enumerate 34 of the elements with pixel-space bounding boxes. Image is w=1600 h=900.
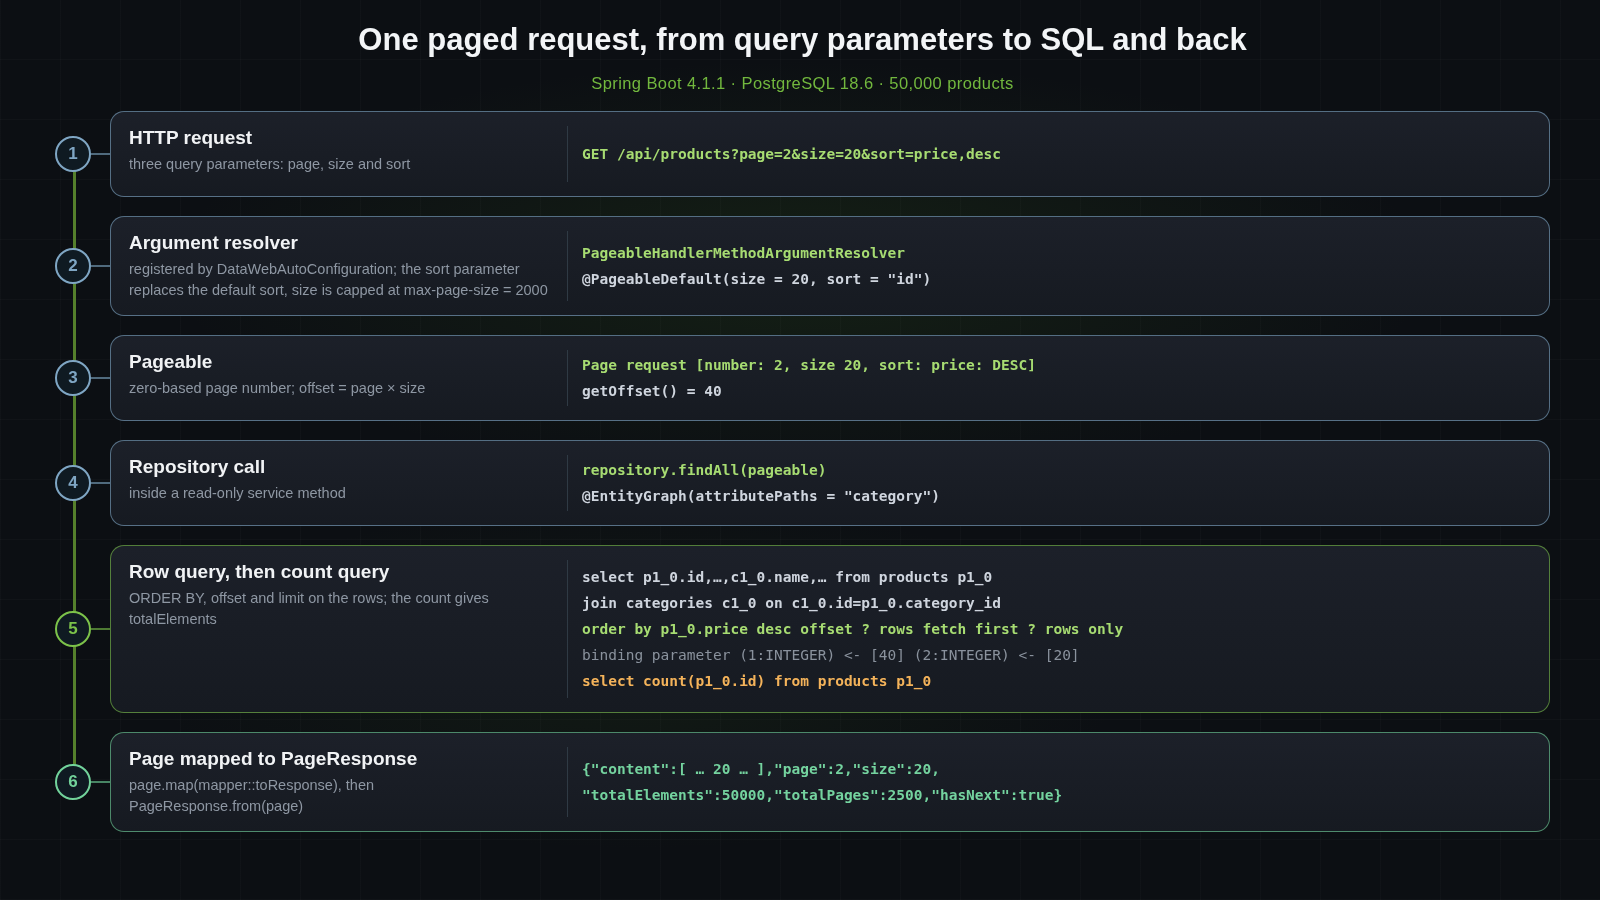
- code-line: {"content":[ … 20 … ],"page":2,"size":20,: [582, 760, 940, 779]
- code-line: @PageableDefault(size = 20, sort = "id"): [582, 270, 932, 289]
- step-number: 2: [55, 248, 91, 284]
- code-line: join categories c1_0 on c1_0.id=p1_0.category_id: [582, 594, 1002, 614]
- code-line: order by p1_0.price desc offset ? rows fetch first ? rows only: [582, 620, 1124, 640]
- step-number: 3: [55, 360, 91, 396]
- code-line: binding parameter (1:INTEGER) <- [40] (2:INTEGER) <- [20]: [582, 646, 1080, 665]
- step-title: HTTP request: [129, 126, 254, 150]
- step-title: Argument resolver: [129, 231, 299, 255]
- step-number: 4: [55, 465, 91, 501]
- step-number: 5: [55, 611, 91, 647]
- page-title: One paged request, from query parameters to SQL and back: [357, 21, 1248, 59]
- code-line: select p1_0.id,…,c1_0.name,… from products p1_0: [582, 568, 993, 588]
- step-number: 6: [55, 764, 91, 800]
- code-line: "totalElements":50000,"totalPages":2500,"hasNext":true}: [582, 786, 1063, 805]
- step-description: ORDER BY, offset and limit on the rows; the count gives totalElements: [129, 589, 490, 629]
- code-line: getOffset() = 40: [582, 382, 722, 401]
- code-line: @EntityGraph(attributePaths = "category"): [582, 487, 940, 506]
- step-description: inside a read-only service method: [129, 484, 347, 503]
- code-line: select count(p1_0.id) from products p1_0: [582, 672, 932, 692]
- code-line: GET /api/products?page=2&size=20&sort=price,desc: [582, 145, 1002, 164]
- step-description: three query parameters: page, size and sort: [129, 155, 412, 174]
- step-title: Row query, then count query: [129, 560, 391, 584]
- step-description: registered by DataWebAutoConfiguration; the sort parameter replaces the default sort, size is capped at max-page-size = 2000: [129, 260, 549, 300]
- step-title: Page mapped to PageResponse: [129, 747, 419, 771]
- step-description: page.map(mapper::toResponse), then PageResponse.from(page): [129, 776, 376, 816]
- code-line: PageableHandlerMethodArgumentResolver: [582, 244, 905, 263]
- step-number: 1: [55, 136, 91, 172]
- code-line: repository.findAll(pageable): [582, 461, 827, 480]
- step-description: zero-based page number; offset = page × size: [129, 379, 427, 398]
- code-line: Page request [number: 2, size 20, sort: price: DESC]: [582, 356, 1036, 375]
- page-subtitle: Spring Boot 4.1.1 · PostgreSQL 18.6 · 50,000 products: [590, 74, 1015, 93]
- step-title: Pageable: [129, 350, 214, 374]
- step-title: Repository call: [129, 455, 267, 479]
